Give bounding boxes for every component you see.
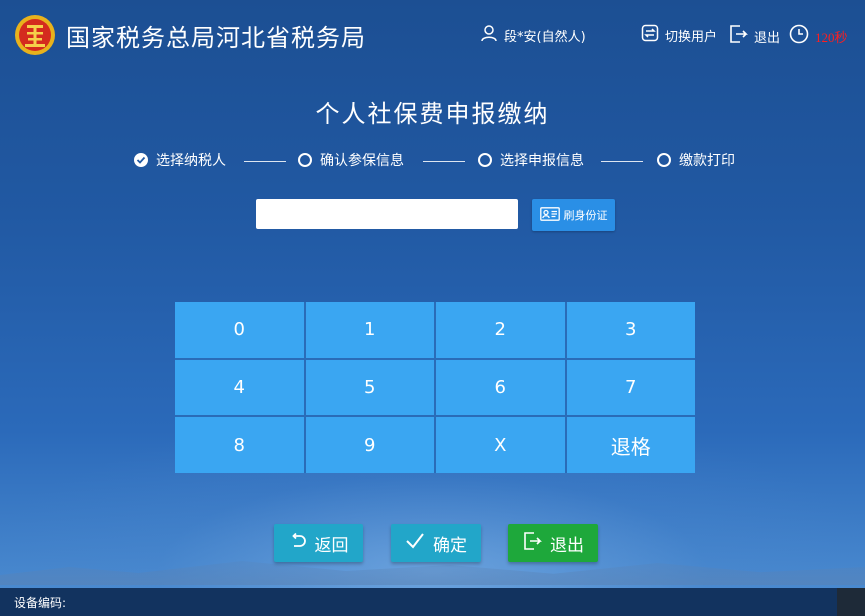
footer-corner-block [837, 588, 865, 616]
session-timer: 120秒 [789, 24, 848, 48]
header-bar: 国家税务总局河北省税务局 段*安(自然人) 切换用户 退出 120秒 [0, 0, 865, 72]
switch-user-icon [641, 24, 659, 46]
back-label: 返回 [314, 535, 349, 556]
exit-icon [522, 531, 542, 556]
page-title: 个人社保费申报缴纳 [315, 100, 550, 128]
radio-circle-icon [478, 153, 492, 167]
radio-circle-icon [298, 153, 312, 167]
key-5[interactable]: 5 [305, 359, 434, 416]
switch-user-label: 切换用户 [665, 29, 718, 45]
user-label: 段*安(自然人) [504, 29, 586, 45]
key-backspace[interactable]: 退格 [566, 417, 695, 473]
step-select-taxpayer: 选择纳税人 [134, 150, 226, 170]
header-exit-label: 退出 [754, 30, 781, 46]
key-7[interactable]: 7 [566, 359, 695, 416]
step-confirm-insurance: 确认参保信息 [298, 150, 404, 170]
user-icon [480, 24, 498, 46]
step-label: 选择纳税人 [156, 153, 226, 169]
key-8[interactable]: 8 [175, 417, 304, 473]
key-6[interactable]: 6 [436, 359, 565, 416]
countdown-text: 120秒 [815, 29, 848, 45]
numeric-keypad: 0 1 2 3 4 5 6 7 8 9 X 退格 [175, 302, 695, 473]
key-1[interactable]: 1 [305, 302, 434, 358]
radio-circle-icon [657, 153, 671, 167]
key-2[interactable]: 2 [436, 302, 565, 358]
key-4[interactable]: 4 [175, 359, 304, 416]
swipe-id-card-button[interactable]: 刷身份证 [532, 199, 615, 231]
step-connector [423, 161, 465, 162]
current-user: 段*安(自然人) [480, 24, 586, 46]
undo-arrow-icon [289, 532, 307, 555]
back-button[interactable]: 返回 [274, 524, 363, 562]
step-connector [601, 161, 643, 162]
check-icon [134, 153, 148, 167]
device-code-label: 设备编码: [14, 595, 67, 610]
key-9[interactable]: 9 [305, 417, 434, 473]
exit-button[interactable]: 退出 [508, 524, 598, 562]
confirm-label: 确定 [433, 535, 467, 556]
org-title: 国家税务总局河北省税务局 [66, 24, 366, 52]
step-label: 选择申报信息 [500, 153, 584, 169]
switch-user-button[interactable]: 切换用户 [641, 24, 717, 46]
header-exit-button[interactable]: 退出 [728, 24, 780, 48]
exit-label: 退出 [550, 535, 584, 556]
id-number-input[interactable] [256, 199, 518, 229]
tax-emblem-icon [14, 14, 56, 56]
checkmark-icon [405, 532, 425, 555]
step-payment-print: 缴款打印 [657, 150, 735, 170]
progress-stepper: 选择纳税人 确认参保信息 选择申报信息 缴款打印 [0, 150, 865, 174]
key-3[interactable]: 3 [566, 302, 695, 358]
confirm-button[interactable]: 确定 [391, 524, 481, 562]
key-0[interactable]: 0 [175, 302, 304, 358]
footer-bar: 设备编码: [0, 588, 865, 616]
clock-icon [789, 24, 809, 48]
step-connector [244, 161, 286, 162]
step-select-declaration: 选择申报信息 [478, 150, 584, 170]
exit-icon [728, 24, 748, 48]
id-card-icon [539, 206, 560, 224]
step-label: 缴款打印 [679, 153, 735, 169]
step-label: 确认参保信息 [320, 153, 404, 169]
swipe-id-card-label: 刷身份证 [563, 209, 608, 222]
key-x[interactable]: X [436, 417, 565, 473]
